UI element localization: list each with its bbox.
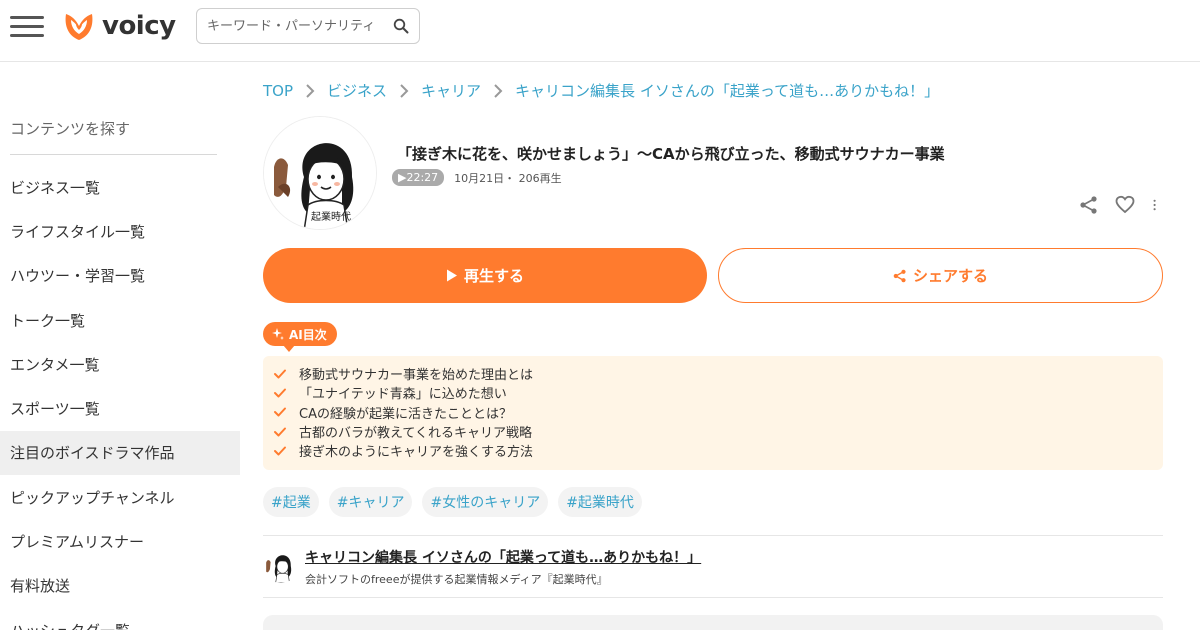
toc-item-label: 接ぎ木のようにキャリアを強くする方法 (299, 445, 534, 461)
chevron-right-icon (400, 83, 409, 98)
more-vertical-icon[interactable] (1151, 195, 1163, 215)
toc-item-label: 古都のバラが教えてくれるキャリア戦略 (299, 426, 532, 442)
tag-list: #起業 #キャリア #女性のキャリア #起業時代 (263, 487, 642, 517)
sparkle-icon (272, 328, 284, 340)
sidebar-divider (10, 154, 217, 155)
voicy-logo-icon (65, 14, 93, 40)
play-button-label: 再生する (463, 268, 524, 285)
divider (263, 597, 1163, 598)
header: voicy (0, 0, 1200, 62)
toc-item[interactable]: CAの経験が起業に活きたこととは？ (273, 403, 1163, 422)
hashtag-chip[interactable]: #キャリア (328, 487, 413, 517)
hashtag-chip[interactable]: #起業時代 (558, 487, 642, 517)
play-icon (446, 269, 457, 282)
ai-toc-badge: AI目次 (263, 322, 337, 352)
sidebar-item[interactable]: ピックアップチャンネル (0, 475, 240, 519)
channel-row[interactable]: キャリコン編集長 イソさんの「起業って道も…ありかもね！」 会計ソフトのfree… (263, 545, 1163, 591)
heart-icon[interactable] (1115, 195, 1135, 215)
logo[interactable]: voicy (62, 8, 176, 44)
divider (263, 535, 1163, 536)
episode-meta: ▶22:27 10月21日・ 206再生 (392, 169, 562, 186)
sidebar-item[interactable]: プレミアムリスナー (0, 519, 240, 563)
sidebar-item[interactable]: スポーツ一覧 (0, 386, 240, 430)
share-icon (893, 269, 906, 282)
check-icon (274, 407, 286, 417)
channel-avatar[interactable] (263, 547, 299, 583)
search-box[interactable] (196, 8, 420, 44)
avatar-illustration: 起業時代 (264, 117, 376, 229)
share-button[interactable]: シェアする (718, 248, 1163, 303)
sidebar-item[interactable]: ハッシュタグ一覧 (0, 608, 240, 630)
toc-item[interactable]: 接ぎ木のようにキャリアを強くする方法 (273, 441, 1163, 460)
breadcrumb-link[interactable]: ビジネス (327, 80, 387, 101)
check-icon (274, 388, 286, 398)
episode-avatar[interactable]: 起業時代 (263, 116, 377, 230)
search-input[interactable] (207, 18, 387, 34)
share-icon[interactable] (1079, 195, 1099, 215)
breadcrumb-link[interactable]: TOP (263, 82, 293, 100)
check-icon (274, 369, 286, 379)
sidebar-item[interactable]: エンタメ一覧 (0, 342, 240, 386)
channel-name-link[interactable]: キャリコン編集長 イソさんの「起業って道も…ありかもね！」 (305, 547, 701, 567)
menu-icon[interactable] (10, 12, 46, 42)
sidebar-list: ビジネス一覧 ライフスタイル一覧 ハウツー・学習一覧 トーク一覧 エンタメ一覧 スポーツ一… (0, 165, 240, 630)
play-button[interactable]: 再生する (263, 248, 707, 303)
sidebar-item[interactable]: ハウツー・学習一覧 (0, 254, 240, 298)
sidebar-item[interactable]: ビジネス一覧 (0, 165, 240, 209)
breadcrumb: TOP ビジネス キャリア キャリコン編集長 イソさんの「起業って道も…ありかもね！」 (263, 80, 939, 101)
breadcrumb-link[interactable]: キャリア (421, 80, 481, 101)
toc-item-label: 移動式サウナカー事業を始めた理由とは (299, 368, 534, 384)
ai-toc-list: 移動式サウナカー事業を始めた理由とは 「ユナイテッド青森」に込めた想い CAの経験が… (263, 356, 1163, 470)
breadcrumb-link[interactable]: キャリコン編集長 イソさんの「起業って道も…ありかもね！」 (515, 80, 939, 101)
ai-toc-badge-label: AI目次 (289, 327, 327, 342)
toc-item[interactable]: 移動式サウナカー事業を始めた理由とは (273, 364, 1163, 383)
hashtag-chip[interactable]: #女性のキャリア (422, 487, 549, 517)
avatar-illustration (263, 547, 299, 583)
sidebar-heading: コンテンツを探す (10, 120, 131, 138)
date-plays: 10月21日・ 206再生 (454, 171, 562, 185)
chevron-right-icon (494, 83, 503, 98)
comment-card (263, 615, 1163, 630)
hashtag-chip[interactable]: #起業 (263, 487, 319, 517)
avatar-caption: 起業時代 (311, 210, 351, 223)
episode-title: 「接ぎ木に花を、咲かせましょう」〜CAから飛び立った、移動式サウナカー事業 (397, 145, 945, 163)
sidebar-item[interactable]: 注目のボイスドラマ作品 (0, 430, 240, 476)
sidebar: コンテンツを探す ビジネス一覧 ライフスタイル一覧 ハウツー・学習一覧 トーク一覧 エン… (0, 63, 240, 630)
toc-item-label: CAの経験が起業に活きたこととは？ (299, 406, 512, 422)
sidebar-item[interactable]: 有料放送 (0, 564, 240, 608)
episode-actions (1079, 195, 1163, 215)
search-icon[interactable] (393, 18, 409, 34)
share-button-label: シェアする (912, 268, 988, 285)
toc-item[interactable]: 「ユナイテッド青森」に込めた想い (273, 383, 1163, 402)
duration-badge: ▶22:27 (392, 169, 445, 186)
toc-item-label: 「ユナイテッド青森」に込めた想い (299, 387, 507, 403)
sidebar-item[interactable]: ライフスタイル一覧 (0, 209, 240, 253)
check-icon (274, 427, 286, 437)
toc-item[interactable]: 古都のバラが教えてくれるキャリア戦略 (273, 422, 1163, 441)
check-icon (274, 446, 286, 456)
logo-text: voicy (102, 11, 176, 41)
channel-description: 会計ソフトのfreeeが提供する起業情報メディア『起業時代』 (305, 573, 608, 586)
chevron-right-icon (306, 83, 315, 98)
sidebar-item[interactable]: トーク一覧 (0, 298, 240, 342)
